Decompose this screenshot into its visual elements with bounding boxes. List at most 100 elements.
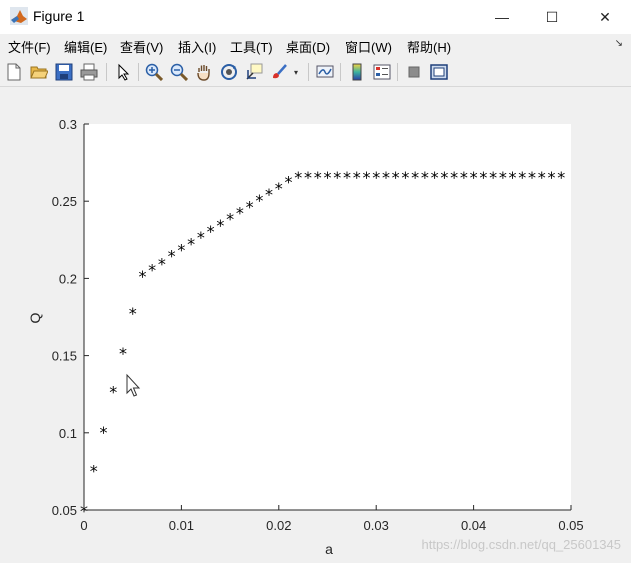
x-tick-label: 0.04 [461, 518, 486, 533]
data-point: * [557, 168, 565, 187]
maximize-button[interactable]: ☐ [529, 0, 575, 34]
brush-icon [273, 64, 287, 79]
close-button[interactable]: ✕ [582, 0, 628, 34]
save-button[interactable] [53, 61, 75, 83]
pan-hand-icon [197, 65, 210, 81]
y-tick-label: 0.25 [52, 194, 77, 209]
data-point: * [470, 168, 478, 187]
insert-legend-button[interactable] [371, 61, 393, 83]
toolbar-separator [340, 63, 341, 81]
data-point: * [119, 344, 127, 363]
colorbar-icon [352, 63, 362, 81]
menu-window[interactable]: 窗口(W) [345, 37, 392, 56]
window-title: Figure 1 [33, 8, 85, 24]
data-point: * [440, 168, 448, 187]
toolbar-separator [308, 63, 309, 81]
data-point: * [509, 168, 517, 187]
hide-plot-tools-button[interactable] [403, 61, 425, 83]
show-plot-tools-icon [430, 64, 448, 80]
show-plot-tools-button[interactable] [428, 61, 450, 83]
data-point: * [431, 168, 439, 187]
data-point: * [343, 168, 351, 187]
watermark-text: https://blog.csdn.net/qq_25601345 [422, 537, 622, 552]
chevron-down-icon: ▾ [293, 67, 298, 77]
pan-button[interactable] [193, 61, 215, 83]
x-tick-label: 0.02 [266, 518, 291, 533]
data-point: * [90, 461, 98, 480]
data-point: * [148, 261, 156, 280]
dock-arrow-icon[interactable]: ↘ [615, 38, 623, 49]
print-icon [80, 63, 98, 81]
scatter-plot[interactable]: ******* * * * * * * * * * * * * * * * * * * * * * * * * * * * * * * * * *… [0, 87, 631, 563]
data-point: * [99, 423, 107, 442]
data-point: * [518, 168, 526, 187]
data-point: * [275, 179, 283, 198]
zoom-out-icon [170, 63, 188, 81]
data-point: * [109, 383, 117, 402]
x-tick-label: 0.01 [169, 518, 194, 533]
edit-plot-button[interactable] [112, 61, 134, 83]
minimize-icon: — [495, 9, 509, 25]
data-point: * [421, 168, 429, 187]
print-button[interactable] [78, 61, 100, 83]
data-point: * [177, 241, 185, 260]
data-point: * [197, 228, 205, 247]
open-file-button[interactable] [28, 61, 50, 83]
toolbar-separator [397, 63, 398, 81]
x-tick-label: 0.05 [558, 518, 583, 533]
title-bar: Figure 1 — ☐ ✕ [0, 0, 631, 35]
brush-button[interactable] [268, 61, 290, 83]
data-point: * [158, 254, 166, 273]
matlab-logo-icon [10, 7, 28, 25]
data-point: * [411, 168, 419, 187]
data-point: * [362, 168, 370, 187]
data-point: * [499, 168, 507, 187]
save-icon [55, 63, 73, 81]
data-point: * [285, 173, 293, 192]
data-point: * [236, 204, 244, 223]
data-point: * [129, 304, 137, 323]
data-point: * [314, 168, 322, 187]
link-plot-icon [316, 65, 334, 78]
new-figure-button[interactable] [3, 61, 25, 83]
data-point: * [401, 168, 409, 187]
legend-icon [373, 64, 391, 80]
brush-dropdown-button[interactable]: ▾ [290, 61, 302, 83]
menu-help[interactable]: 帮助(H) [407, 37, 451, 56]
close-icon: ✕ [599, 8, 611, 25]
data-point: * [333, 168, 341, 187]
data-point: * [294, 168, 302, 187]
y-tick-label: 0.2 [59, 271, 77, 286]
minimize-button[interactable]: — [479, 0, 525, 34]
data-point: * [246, 197, 254, 216]
x-tick-label: 0.03 [364, 518, 389, 533]
data-cursor-button[interactable] [243, 61, 265, 83]
x-tick-label: 0 [80, 518, 87, 533]
zoom-in-button[interactable] [143, 61, 165, 83]
menu-tools[interactable]: 工具(T) [230, 37, 273, 56]
figure-toolbar: ▾ [0, 58, 631, 87]
rotate-3d-button[interactable] [218, 61, 240, 83]
data-point: * [226, 210, 234, 229]
y-tick-label: 0.3 [59, 117, 77, 132]
menu-edit[interactable]: 编辑(E) [64, 37, 107, 56]
y-tick-label: 0.05 [52, 503, 77, 518]
menu-bar: 文件(F) 编辑(E) 查看(V) 插入(I) 工具(T) 桌面(D) 窗口(W… [0, 34, 631, 58]
data-point: * [138, 267, 146, 286]
link-plot-button[interactable] [314, 61, 336, 83]
hide-plot-tools-icon [408, 66, 420, 78]
data-point: * [392, 168, 400, 187]
menu-desktop[interactable]: 桌面(D) [286, 37, 330, 56]
data-point: * [450, 168, 458, 187]
menu-view[interactable]: 查看(V) [120, 37, 163, 56]
toolbar-separator [138, 63, 139, 81]
menu-insert[interactable]: 插入(I) [178, 37, 216, 56]
toolbar-separator [106, 63, 107, 81]
data-point: * [255, 191, 263, 210]
insert-colorbar-button[interactable] [346, 61, 368, 83]
zoom-out-button[interactable] [168, 61, 190, 83]
data-point: * [460, 168, 468, 187]
data-point: * [187, 234, 195, 253]
menu-file[interactable]: 文件(F) [8, 37, 51, 56]
data-point: * [479, 168, 487, 187]
